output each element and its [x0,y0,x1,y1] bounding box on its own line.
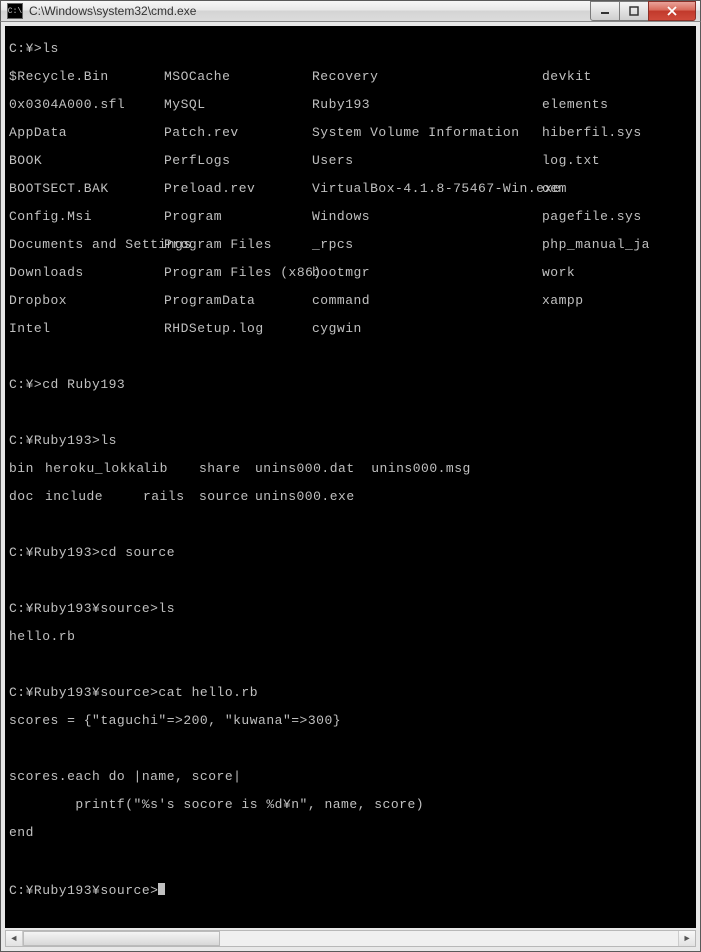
ls-row: BOOTSECT.BAKPreload.revVirtualBox-4.1.8-… [9,182,692,196]
terminal-output[interactable]: C:¥>ls $Recycle.BinMSOCacheRecoverydevki… [5,26,696,928]
minimize-button[interactable] [590,1,620,21]
prompt-line: C:¥>ls [9,42,692,56]
close-button[interactable] [648,1,696,21]
ls-row: binheroku_lokkalibshareunins000.dat unin… [9,462,692,476]
code-line: end [9,826,692,840]
ls-row: Documents and SettingsProgram Files_rpcs… [9,238,692,252]
ls-row: DownloadsProgram Files (x86)bootmgrwork [9,266,692,280]
prompt-line: C:¥Ruby193>cd source [9,546,692,560]
ls-row: Config.MsiProgramWindowspagefile.sys [9,210,692,224]
code-line: scores = {"taguchi"=>200, "kuwana"=>300} [9,714,692,728]
window-titlebar: C:\ C:\Windows\system32\cmd.exe [0,0,701,22]
code-line: printf("%s's socore is %d¥n", name, scor… [9,798,692,812]
prompt-line: C:¥Ruby193¥source> [9,882,692,898]
prompt-line: C:¥Ruby193>ls [9,434,692,448]
ls-row: $Recycle.BinMSOCacheRecoverydevkit [9,70,692,84]
ls-row: docincluderailssourceunins000.exe [9,490,692,504]
blank-line [9,742,692,756]
ls-row: DropboxProgramDatacommandxampp [9,294,692,308]
scrollbar-track[interactable] [23,931,678,946]
scrollbar-thumb[interactable] [23,931,220,946]
window-controls [591,1,696,21]
ls-row: BOOKPerfLogsUserslog.txt [9,154,692,168]
cmd-icon: C:\ [7,3,23,19]
prompt-line: C:¥Ruby193¥source>ls [9,602,692,616]
output-line: hello.rb [9,630,692,644]
blank-line [9,518,692,532]
ls-row: IntelRHDSetup.logcygwin [9,322,692,336]
maximize-button[interactable] [619,1,649,21]
scroll-right-button[interactable]: ► [678,931,695,946]
blank-line [9,574,692,588]
ls-row: AppDataPatch.revSystem Volume Informatio… [9,126,692,140]
window-title: C:\Windows\system32\cmd.exe [29,4,591,18]
code-line: scores.each do |name, score| [9,770,692,784]
cursor [158,883,165,895]
prompt-line: C:¥>cd Ruby193 [9,378,692,392]
blank-line [9,658,692,672]
blank-line [9,406,692,420]
blank-line [9,854,692,868]
scroll-left-button[interactable]: ◄ [6,931,23,946]
ls-row: 0x0304A000.sflMySQLRuby193elements [9,98,692,112]
prompt-line: C:¥Ruby193¥source>cat hello.rb [9,686,692,700]
blank-line [9,350,692,364]
horizontal-scrollbar[interactable]: ◄ ► [5,930,696,947]
window-frame: C:¥>ls $Recycle.BinMSOCacheRecoverydevki… [0,22,701,952]
